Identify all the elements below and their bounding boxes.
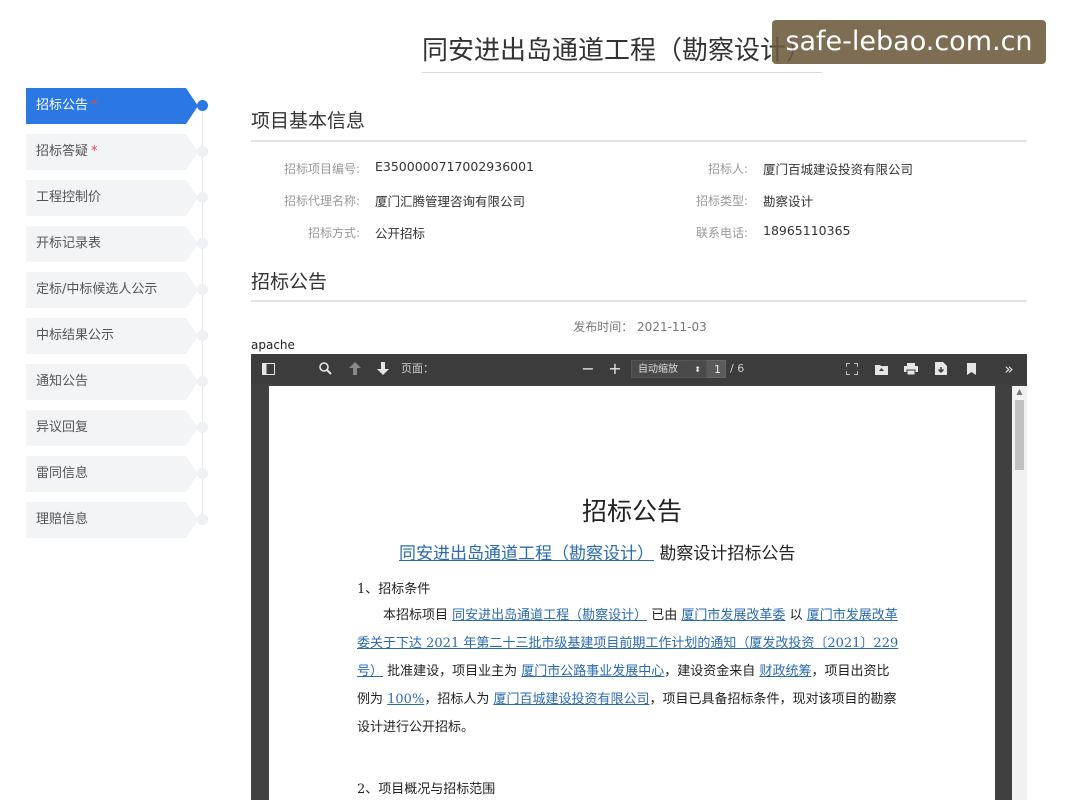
underlined-text: 厦门市公路事业发展中心 bbox=[521, 664, 665, 679]
total-pages: / 6 bbox=[730, 362, 745, 375]
info-value-agency: 厦门汇腾管理咨询有限公司 bbox=[375, 194, 526, 209]
sidebar-item[interactable]: 通知公告 bbox=[26, 364, 198, 400]
paragraph-text: ，招标人为 bbox=[424, 692, 494, 707]
timeline-dot bbox=[197, 100, 208, 111]
sidebar-item[interactable]: 招标答疑 * bbox=[26, 134, 198, 170]
underlined-text: 财政统筹 bbox=[759, 664, 812, 679]
section-title-notice: 招标公告 bbox=[251, 271, 328, 293]
sidebar-nav: 招标公告 * 招标答疑 * 工程控制价 开标记录表 定标/中标候选人公示 中标结果公示 通知公告… bbox=[26, 88, 216, 548]
subtitle-rest: 勘察设计招标公告 bbox=[654, 544, 796, 564]
info-label-project-no: 招标项目编号: bbox=[283, 162, 360, 176]
info-value-project-no: E3500000717002936001 bbox=[375, 159, 535, 174]
scroll-up-arrow-icon[interactable]: ▲ bbox=[1012, 386, 1027, 398]
sidebar-item-label: 理赔信息 bbox=[36, 512, 89, 527]
sidebar-item-label: 通知公告 bbox=[36, 374, 89, 389]
sidebar-item-label: 中标结果公示 bbox=[36, 328, 115, 343]
sidebar-item-label: 招标公告 bbox=[36, 98, 89, 113]
section-title-basic-info: 项目基本信息 bbox=[251, 110, 366, 132]
bookmark-icon[interactable] bbox=[960, 354, 982, 384]
zoom-select[interactable]: 自动缩放 ⬍ bbox=[631, 360, 707, 378]
pdf-toolbar: 页面： 1 / 6 − + 自动缩放 ⬍ » bbox=[251, 354, 1027, 384]
sidebar-item[interactable]: 中标结果公示 bbox=[26, 318, 198, 354]
project-name-link: 同安进出岛通道工程（勘察设计） bbox=[399, 544, 654, 564]
title-divider bbox=[422, 72, 822, 73]
sidebar-item[interactable]: 开标记录表 bbox=[26, 226, 198, 262]
info-label-method: 招标方式: bbox=[307, 226, 360, 240]
page-label: 页面： bbox=[401, 362, 434, 375]
zoom-in-icon[interactable]: + bbox=[604, 354, 626, 384]
section-heading-2: 2、项目概况与招标范围 bbox=[357, 782, 496, 797]
underlined-text: 同安进出岛通道工程（勘察设计） bbox=[452, 608, 648, 623]
sidebar-item-label: 雷同信息 bbox=[36, 466, 89, 481]
timeline-line bbox=[202, 106, 203, 524]
sidebar-item[interactable]: 定标/中标候选人公示 bbox=[26, 272, 198, 308]
sidebar-item[interactable]: 理赔信息 bbox=[26, 502, 198, 538]
sidebar-item-label: 招标答疑 bbox=[36, 144, 89, 159]
more-tools-icon[interactable]: » bbox=[998, 354, 1020, 384]
underlined-text: 厦门市发展改革委 bbox=[681, 608, 786, 623]
paragraph-text: 已由 bbox=[647, 608, 682, 623]
info-label-phone: 联系电话: bbox=[695, 226, 748, 240]
section-heading-1: 1、招标条件 bbox=[357, 582, 431, 597]
info-label-tenderer: 招标人: bbox=[707, 162, 748, 176]
publish-label: 发布时间： bbox=[573, 320, 634, 334]
watermark: safe-lebao.com.cn bbox=[772, 20, 1046, 64]
section-divider bbox=[251, 300, 1027, 302]
section-divider bbox=[251, 140, 1027, 142]
open-file-icon[interactable] bbox=[870, 354, 892, 384]
paragraph-text: ，建设资金来自 bbox=[664, 664, 760, 679]
paragraph-text: 本招标项目 bbox=[357, 608, 453, 623]
info-value-method: 公开招标 bbox=[375, 226, 426, 241]
frame-label: apache bbox=[251, 338, 295, 352]
page-title: 同安进出岛通道工程（勘察设计） bbox=[422, 36, 813, 66]
paragraph-1: 本招标项目 同安进出岛通道工程（勘察设计） 已由 厦门市发展改革委 以 厦门市发… bbox=[357, 602, 902, 742]
sidebar-item[interactable]: 招标公告 * bbox=[26, 88, 198, 124]
publish-time: 发布时间： 2021-11-03 bbox=[520, 318, 760, 335]
timeline-dot bbox=[197, 514, 208, 525]
sidebar-item-label: 工程控制价 bbox=[36, 190, 102, 205]
timeline-dot bbox=[197, 284, 208, 295]
required-mark: * bbox=[91, 98, 98, 113]
required-mark: * bbox=[91, 144, 98, 159]
timeline-dot bbox=[197, 468, 208, 479]
search-icon[interactable] bbox=[314, 354, 336, 384]
sidebar-toggle-icon[interactable] bbox=[257, 354, 279, 384]
info-value-phone: 18965110365 bbox=[763, 223, 851, 238]
sidebar-item-label: 开标记录表 bbox=[36, 236, 102, 251]
print-icon[interactable] bbox=[900, 354, 922, 384]
zoom-value: 自动缩放 bbox=[638, 364, 678, 375]
info-label-agency: 招标代理名称: bbox=[283, 194, 360, 208]
dropdown-arrow-icon: ⬍ bbox=[694, 365, 701, 374]
info-value-tenderer: 厦门百城建设投资有限公司 bbox=[763, 162, 914, 177]
paragraph-text: 批准建设，项目业主为 bbox=[383, 664, 522, 679]
timeline-dot bbox=[197, 376, 208, 387]
document-subtitle: 同安进出岛通道工程（勘察设计） 勘察设计招标公告 bbox=[399, 539, 795, 564]
pdf-scrollbar[interactable]: ▲ bbox=[1012, 386, 1027, 800]
sidebar-item[interactable]: 异议回复 bbox=[26, 410, 198, 446]
timeline-dot bbox=[197, 146, 208, 157]
publish-date: 2021-11-03 bbox=[637, 320, 707, 334]
sidebar-item[interactable]: 工程控制价 bbox=[26, 180, 198, 216]
info-label-tender-type: 招标类型: bbox=[695, 194, 748, 208]
sidebar-item-label: 定标/中标候选人公示 bbox=[36, 282, 158, 297]
zoom-out-icon[interactable]: − bbox=[577, 354, 599, 384]
timeline-dot bbox=[197, 330, 208, 341]
sidebar-item-label: 异议回复 bbox=[36, 420, 89, 435]
underlined-text: 厦门百城建设投资有限公司 bbox=[493, 692, 650, 707]
timeline-dot bbox=[197, 192, 208, 203]
pdf-page: 招标公告 同安进出岛通道工程（勘察设计） 勘察设计招标公告 1、招标条件 本招标… bbox=[269, 386, 995, 800]
info-value-tender-type: 勘察设计 bbox=[763, 194, 814, 209]
document-title: 招标公告 bbox=[581, 497, 682, 526]
scroll-thumb[interactable] bbox=[1015, 400, 1024, 470]
timeline-dot bbox=[197, 422, 208, 433]
prev-page-icon[interactable] bbox=[344, 354, 366, 384]
sidebar-item[interactable]: 雷同信息 bbox=[26, 456, 198, 492]
download-icon[interactable] bbox=[930, 354, 952, 384]
underlined-text: 100% bbox=[387, 692, 425, 707]
timeline-dot bbox=[197, 238, 208, 249]
next-page-icon[interactable] bbox=[372, 354, 394, 384]
fullscreen-icon[interactable] bbox=[841, 354, 863, 384]
paragraph-text: 以 bbox=[785, 608, 807, 623]
